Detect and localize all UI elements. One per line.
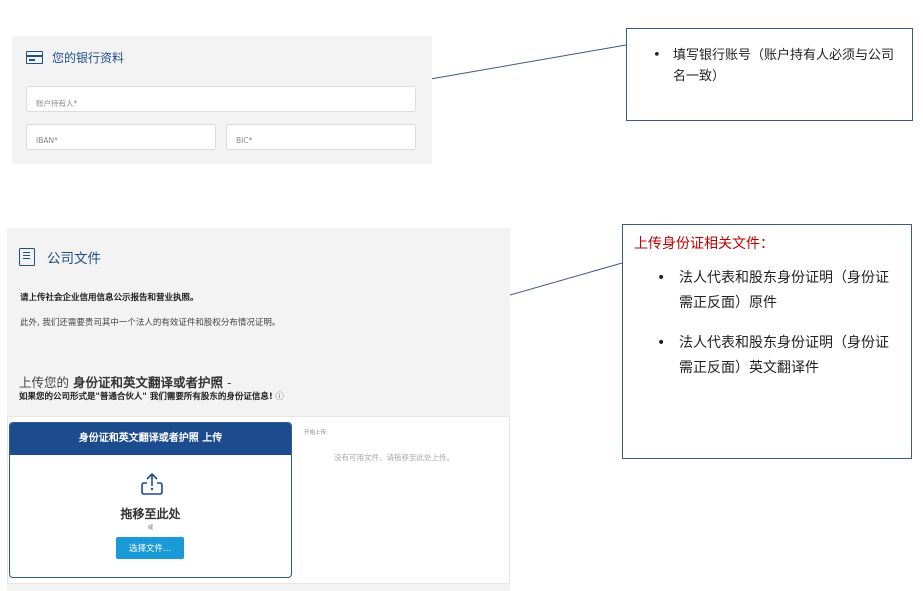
drop-zone-header: 身份证和英文翻译或者护照 上传 <box>10 423 291 455</box>
upload-partnership-text: 如果您的公司形式是"普通合伙人" 我们需要所有股东的身份证信息! <box>19 392 273 402</box>
document-icon <box>19 248 35 266</box>
id-callout-item-original: 法人代表和股东身份证明（身份证需正反面）原件 <box>657 266 897 316</box>
bank-details-panel: 您的银行资料 账户持有人* IBAN* BIC* <box>12 36 432 164</box>
company-documents-title: 公司文件 <box>47 251 101 267</box>
upload-started-label: 开始上传: <box>304 430 328 436</box>
bank-details-title: 您的银行资料 <box>52 50 125 65</box>
file-drop-zone[interactable]: 身份证和英文翻译或者护照 上传 拖移至此处 或 选择文件... <box>9 422 292 578</box>
iban-placeholder: IBAN* <box>36 136 58 145</box>
documents-instruction: 请上传社会企业信用信息公示报告和营业执照。 <box>20 293 199 303</box>
info-icon[interactable]: ⓘ <box>273 392 284 402</box>
bic-placeholder: BIC* <box>236 136 253 145</box>
upload-icon <box>141 472 163 495</box>
bank-details-header: 您的银行资料 <box>26 49 124 65</box>
upload-area: 身份证和英文翻译或者护照 上传 拖移至此处 或 选择文件... 开始上传: 没有… <box>7 416 510 584</box>
drop-here-text: 拖移至此处 <box>120 507 181 521</box>
bank-callout-note: 填写银行账号（账户持有人必须与公司名一致） <box>626 28 913 121</box>
upload-heading-bold: 身份证和英文翻译或者护照 <box>72 375 223 390</box>
id-callout-item-translation: 法人代表和股东身份证明（身份证需正反面）英文翻译件 <box>657 331 897 381</box>
company-documents-panel: 公司文件 请上传社会企业信用信息公示报告和营业执照。 此外, 我们还需要贵司其中… <box>7 228 510 418</box>
or-text: 或 <box>147 525 154 531</box>
id-callout-title: 上传身份证相关文件： <box>634 236 774 252</box>
choose-file-button[interactable]: 选择文件... <box>116 537 184 559</box>
credit-card-icon <box>26 50 43 64</box>
upload-heading-suffix: - <box>223 375 232 390</box>
bank-callout-list: 填写银行账号（账户持有人必须与公司名一致） <box>653 45 902 87</box>
bank-callout-item: 填写银行账号（账户持有人必须与公司名一致） <box>653 45 902 87</box>
upload-heading: 上传您的 身份证和英文翻译或者护照 - <box>19 372 231 391</box>
id-documents-callout-note: 上传身份证相关文件： 法人代表和股东身份证明（身份证需正反面）原件 法人代表和股… <box>622 224 912 459</box>
iban-input[interactable]: IBAN* <box>26 124 216 150</box>
account-holder-placeholder: 账户持有人* <box>36 99 78 108</box>
upload-heading-prefix: 上传您的 <box>19 375 73 390</box>
account-holder-input[interactable]: 账户持有人* <box>26 86 416 112</box>
upload-partnership-note: 如果您的公司形式是"普通合伙人" 我们需要所有股东的身份证信息! ⓘ <box>19 390 284 402</box>
id-callout-list: 法人代表和股东身份证明（身份证需正反面）原件 法人代表和股东身份证明（身份证需正… <box>657 266 897 381</box>
documents-additional-instruction: 此外, 我们还需要贵司其中一个法人的有效证件和股权分布情况证明。 <box>20 318 281 328</box>
panel-footer-strip <box>7 584 510 591</box>
bic-input[interactable]: BIC* <box>226 124 416 150</box>
no-files-message: 没有可用文件。请拖移至此处上传。 <box>334 453 454 462</box>
